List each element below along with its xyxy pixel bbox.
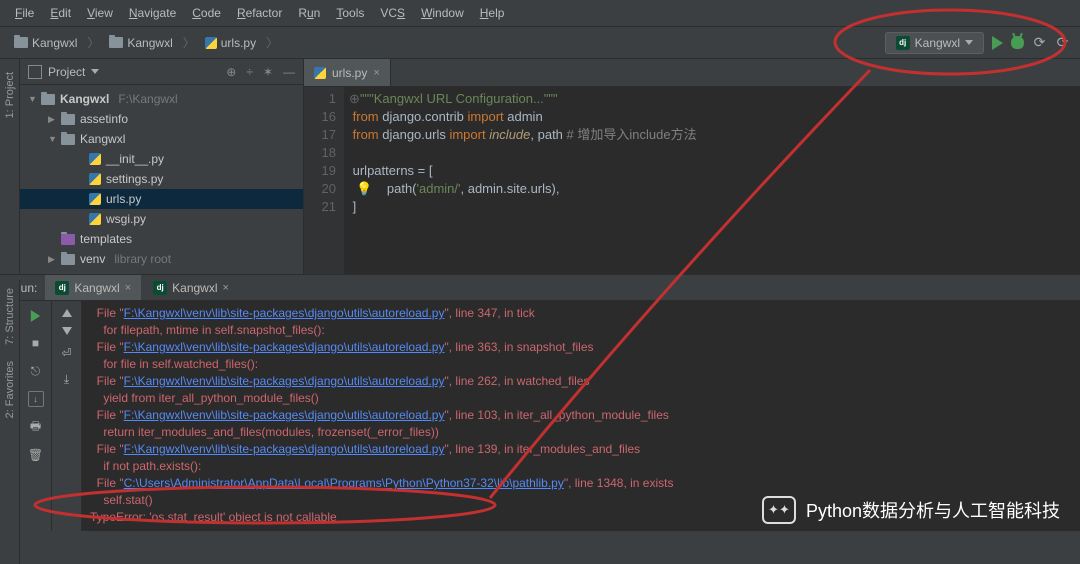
panel-title[interactable]: Project — [28, 65, 99, 79]
select-opened-button[interactable]: ÷ — [246, 65, 253, 79]
folder-icon — [61, 234, 75, 245]
code-content[interactable]: ⊕"""Kangwxl URL Configuration...""" from… — [344, 87, 1080, 274]
tree-file[interactable]: settings.py — [20, 169, 303, 189]
menu-vcs[interactable]: VCS — [373, 3, 412, 23]
debug-button[interactable] — [1011, 36, 1024, 49]
folder-icon — [61, 254, 75, 265]
python-icon — [314, 67, 326, 79]
python-icon — [89, 193, 101, 205]
close-icon[interactable]: × — [125, 282, 131, 294]
django-icon: dj — [896, 36, 910, 50]
menu-code[interactable]: Code — [185, 3, 228, 23]
django-icon: dj — [153, 281, 167, 295]
bulb-icon[interactable]: 💡 — [356, 181, 372, 196]
breadcrumb-item[interactable]: Kangwxl — [10, 34, 81, 52]
editor-tab-label: urls.py — [332, 66, 367, 80]
folder-icon — [41, 94, 55, 105]
editor-tab[interactable]: urls.py × — [304, 59, 391, 86]
run-toolbar: ■ ⎋ ↓ 🖶 🗑 — [20, 301, 52, 531]
chevron-down-icon — [91, 69, 99, 74]
console-output[interactable]: File "F:\Kangwxl\venv\lib\site-packages\… — [82, 301, 1080, 531]
left-tool-strip: 1: Project — [0, 59, 20, 274]
breadcrumb: Kangwxl 〉 Kangwxl 〉 urls.py 〉 — [10, 34, 278, 52]
tree-folder[interactable]: templates — [20, 229, 303, 249]
tree-file[interactable]: __init__.py — [20, 149, 303, 169]
run-tool-window: Run: djKangwxl× djKangwxl× ■ ⎋ ↓ 🖶 🗑 ⏎ ⤓… — [0, 274, 1080, 531]
folder-icon — [14, 37, 28, 48]
editor: urls.py × 1161718192021 ⊕"""Kangwxl URL … — [304, 59, 1080, 274]
scroll-end-button[interactable]: ⤓ — [59, 371, 75, 387]
line-gutter: 1161718192021 — [304, 87, 344, 274]
tree-folder[interactable]: ▼Kangwxl — [20, 129, 303, 149]
down-button[interactable] — [62, 327, 72, 335]
collapse-button[interactable]: ⊕ — [226, 65, 236, 79]
breadcrumb-sep: 〉 — [183, 34, 195, 51]
menu-refactor[interactable]: Refactor — [230, 3, 289, 23]
tree-folder[interactable]: ▶assetinfo — [20, 109, 303, 129]
django-icon: dj — [55, 281, 69, 295]
navigation-bar: Kangwxl 〉 Kangwxl 〉 urls.py 〉 dj Kangwxl… — [0, 27, 1080, 59]
breadcrumb-sep: 〉 — [266, 34, 278, 51]
menu-help[interactable]: Help — [473, 3, 512, 23]
close-icon[interactable]: × — [223, 282, 229, 294]
project-tree: ▼KangwxlF:\Kangwxl ▶assetinfo ▼Kangwxl _… — [20, 85, 303, 274]
breadcrumb-sep: 〉 — [87, 34, 99, 51]
search-button[interactable]: ⟳ — [1032, 35, 1047, 50]
folder-icon — [61, 114, 75, 125]
python-icon — [89, 213, 101, 225]
rerun-button[interactable] — [31, 310, 40, 322]
run-button[interactable] — [992, 36, 1003, 50]
close-icon[interactable]: × — [373, 67, 379, 79]
tab-structure[interactable]: 7: Structure — [2, 280, 18, 353]
breadcrumb-item[interactable]: Kangwxl — [105, 34, 176, 52]
tab-favorites[interactable]: 2: Favorites — [2, 353, 18, 426]
menu-edit[interactable]: Edit — [43, 3, 78, 23]
menu-tools[interactable]: Tools — [329, 3, 371, 23]
update-button[interactable]: ⟳ — [1055, 35, 1070, 50]
tree-root[interactable]: ▼KangwxlF:\Kangwxl — [20, 89, 303, 109]
folder-icon — [61, 134, 75, 145]
print-button[interactable]: 🖶 — [28, 419, 44, 435]
tree-folder[interactable]: ▶venvlibrary root — [20, 249, 303, 269]
run-tab[interactable]: djKangwxl× — [45, 275, 141, 300]
run-config-name: Kangwxl — [915, 36, 960, 50]
hide-button[interactable]: — — [283, 65, 295, 79]
delete-button[interactable]: 🗑 — [28, 447, 44, 463]
soft-wrap-button[interactable]: ⏎ — [59, 345, 75, 361]
menu-view[interactable]: View — [80, 3, 120, 23]
tree-file-selected[interactable]: urls.py — [20, 189, 303, 209]
python-icon — [89, 173, 101, 185]
up-button[interactable] — [62, 309, 72, 317]
python-icon — [205, 37, 217, 49]
tree-file[interactable]: db.sqlite3 — [20, 269, 303, 274]
nav-right: dj Kangwxl ⟳ ⟳ — [885, 32, 1070, 54]
project-panel: Project ⊕ ÷ ✶ — ▼KangwxlF:\Kangwxl ▶asse… — [20, 59, 304, 274]
project-view-icon — [28, 65, 42, 79]
menu-run[interactable]: Run — [291, 3, 327, 23]
tree-file[interactable]: wsgi.py — [20, 209, 303, 229]
tab-project[interactable]: 1: Project — [2, 64, 18, 126]
toggle-button[interactable]: ↓ — [28, 391, 44, 407]
run-tab[interactable]: djKangwxl× — [143, 275, 239, 300]
stop-button[interactable]: ■ — [28, 335, 44, 351]
exit-button[interactable]: ⎋ — [28, 363, 44, 379]
run-config-selector[interactable]: dj Kangwxl — [885, 32, 984, 54]
menu-window[interactable]: Window — [414, 3, 471, 23]
menu-file[interactable]: File — [8, 3, 41, 23]
settings-button[interactable]: ✶ — [263, 65, 273, 79]
menu-bar: File Edit View Navigate Code Refactor Ru… — [0, 0, 1080, 27]
breadcrumb-item[interactable]: urls.py — [201, 34, 260, 52]
folder-icon — [109, 37, 123, 48]
menu-navigate[interactable]: Navigate — [122, 3, 183, 23]
python-icon — [89, 153, 101, 165]
run-toolbar-2: ⏎ ⤓ — [52, 301, 82, 531]
chevron-down-icon — [965, 40, 973, 45]
